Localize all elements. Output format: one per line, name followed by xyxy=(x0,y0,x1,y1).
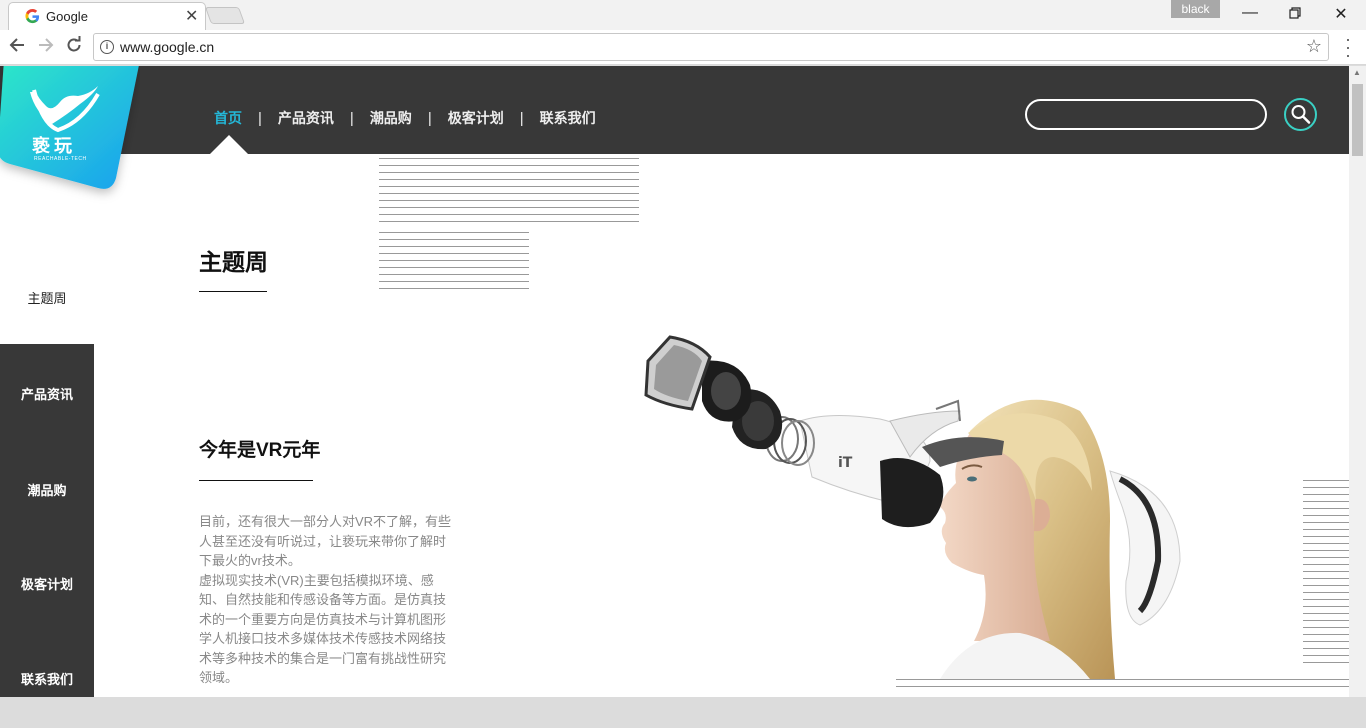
site-search-input[interactable] xyxy=(1025,99,1267,130)
nav-separator: | xyxy=(519,109,524,127)
url-text: www.google.cn xyxy=(120,39,215,55)
article-paragraph: 虚拟现实技术(VR)主要包括模拟环境、感知、自然技能和传感设备等方面。是仿真技术… xyxy=(199,572,447,686)
page-scrollbar[interactable]: ▲ xyxy=(1349,66,1366,697)
vr-headset-hero-image: iT xyxy=(644,335,1181,679)
browser-tab[interactable]: Google ✕ xyxy=(8,2,206,30)
profile-badge[interactable]: black xyxy=(1171,0,1220,18)
sidebar-item-products[interactable]: 产品资讯 xyxy=(0,384,94,403)
main-nav: 首页 | 产品资讯 | 潮品购 | 极客计划 | 联系我们 xyxy=(214,108,596,128)
heading-underline xyxy=(199,291,267,292)
nav-home[interactable]: 首页 xyxy=(214,108,242,128)
nav-contact[interactable]: 联系我们 xyxy=(540,108,596,128)
theme-week-heading: 主题周 xyxy=(199,249,268,275)
article-title: 今年是VR元年 xyxy=(199,440,321,461)
search-icon xyxy=(1291,105,1311,124)
nav-products[interactable]: 产品资讯 xyxy=(278,108,334,128)
site-logo[interactable]: 亵玩 REACHABLE-TECH xyxy=(0,66,140,212)
nav-geek-plan[interactable]: 极客计划 xyxy=(448,108,504,128)
nav-active-indicator xyxy=(210,135,248,154)
info-icon[interactable]: i xyxy=(100,40,114,54)
nav-shop[interactable]: 潮品购 xyxy=(370,108,412,128)
close-window-icon[interactable]: ✕ xyxy=(1331,4,1351,24)
web-page: 首页 | 产品资讯 | 潮品购 | 极客计划 | 联系我们 亵玩 REACHAB… xyxy=(0,66,1349,697)
address-bar[interactable]: i www.google.cn ☆ xyxy=(93,33,1329,61)
decorative-lines xyxy=(379,232,529,295)
article-paragraph: 目前，还有很大一部分人对VR不了解，有些人甚至还没有听说过，让亵玩来带你了解时下… xyxy=(199,514,452,568)
sidebar-item-geek-plan[interactable]: 极客计划 xyxy=(0,574,94,593)
browser-toolbar: i www.google.cn ☆ · · · xyxy=(0,30,1366,65)
svg-text:iT: iT xyxy=(838,455,853,471)
browser-menu-icon[interactable]: · · · xyxy=(1342,30,1354,64)
article-body: 目前，还有很大一部分人对VR不了解，有些人甚至还没有听说过，让亵玩来带你了解时下… xyxy=(199,512,457,688)
decorative-lines xyxy=(379,158,639,228)
bookmark-star-icon[interactable]: ☆ xyxy=(1306,36,1322,57)
sidebar-item-shop[interactable]: 潮品购 xyxy=(0,480,94,499)
window-bottom-edge xyxy=(0,697,1366,728)
nav-separator: | xyxy=(427,109,432,127)
title-underline xyxy=(199,480,313,481)
new-tab-button[interactable] xyxy=(204,7,246,24)
decorative-lines xyxy=(896,679,1349,693)
google-favicon-icon xyxy=(25,9,40,24)
restore-icon[interactable] xyxy=(1285,4,1305,24)
logo-subtext: REACHABLE-TECH xyxy=(34,156,87,162)
logo-text: 亵玩 xyxy=(32,136,76,156)
scroll-thumb[interactable] xyxy=(1352,84,1363,156)
sidebar: 产品资讯 潮品购 极客计划 联系我们 xyxy=(0,344,94,697)
tab-close-icon[interactable]: ✕ xyxy=(185,6,198,26)
browser-titlebar: Google ✕ black — ✕ xyxy=(0,0,1366,30)
forward-arrow-icon[interactable] xyxy=(35,36,57,59)
tab-title: Google xyxy=(46,9,88,24)
nav-separator: | xyxy=(349,109,354,127)
decorative-lines xyxy=(1303,480,1349,669)
reload-icon[interactable] xyxy=(63,36,85,59)
back-arrow-icon[interactable] xyxy=(6,36,28,59)
sidebar-item-theme-week[interactable]: 主题周 xyxy=(0,288,94,307)
sidebar-item-contact[interactable]: 联系我们 xyxy=(0,669,94,688)
scroll-up-icon[interactable]: ▲ xyxy=(1353,68,1361,77)
nav-separator: | xyxy=(258,109,262,127)
search-button[interactable] xyxy=(1284,98,1317,131)
minimize-icon[interactable]: — xyxy=(1240,4,1260,22)
